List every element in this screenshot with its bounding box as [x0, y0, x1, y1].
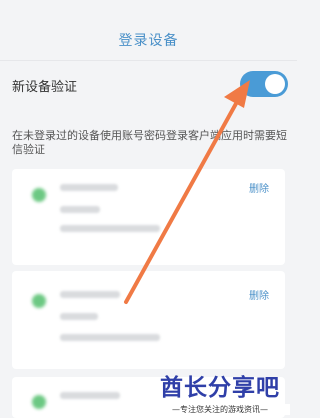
annotation-arrow-icon	[124, 80, 250, 304]
watermark-tagline: —专注您关注的游戏资讯—	[150, 404, 290, 415]
watermark-logo: 酋长分享吧	[160, 375, 280, 401]
